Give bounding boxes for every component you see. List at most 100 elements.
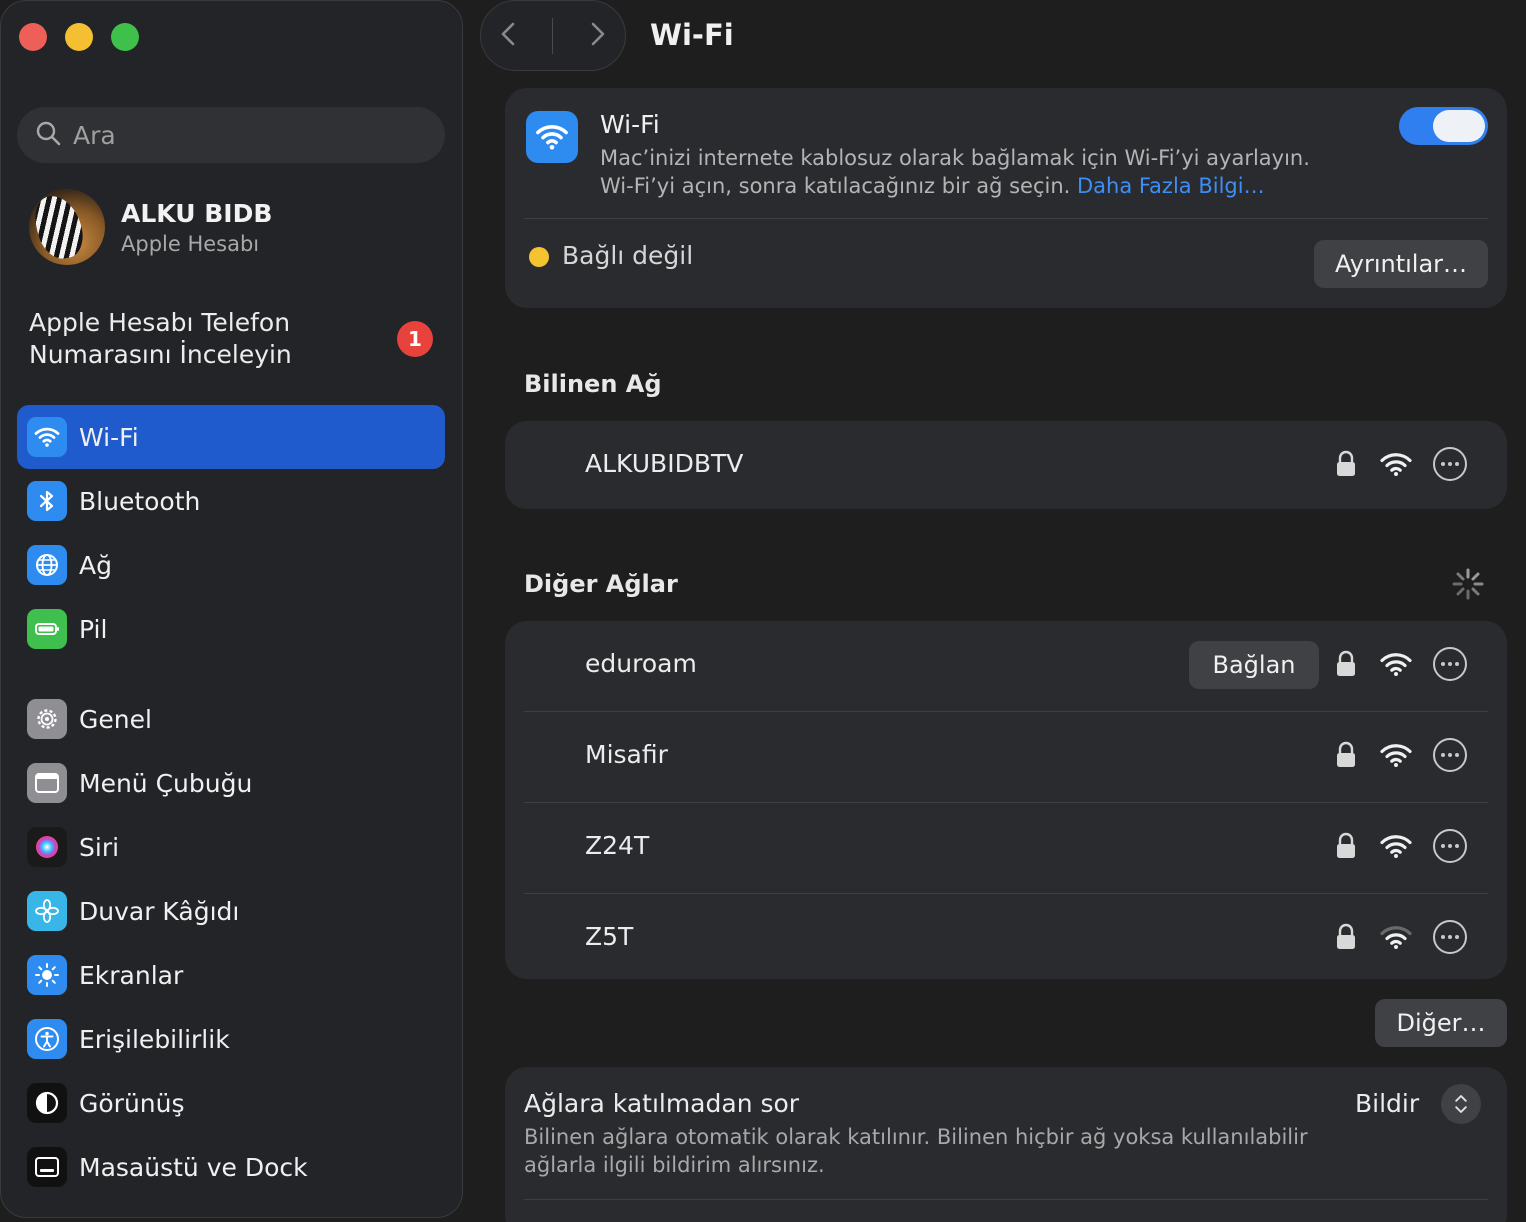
wifi-toggle[interactable] <box>1399 107 1488 145</box>
menubar-icon <box>27 763 67 803</box>
account-name: ALKU BIDB <box>121 198 273 228</box>
ask-to-join-title: Ağlara katılmadan sor <box>524 1089 800 1118</box>
account-notice[interactable]: Apple Hesabı Telefon Numarasını İnceleyi… <box>29 307 329 371</box>
lock-icon <box>1335 450 1357 478</box>
forward-button[interactable] <box>585 18 609 54</box>
network-name: Z24T <box>585 831 650 860</box>
more-options-button[interactable] <box>1433 920 1467 954</box>
chevron-up-down-icon <box>1455 1095 1467 1113</box>
ask-to-join-value[interactable]: Bildir <box>1355 1089 1419 1118</box>
list-item[interactable]: Z24T <box>505 803 1507 893</box>
other-networks-list: eduroam Bağlan Misafir Z24T Z5T <box>505 621 1507 979</box>
other-network-button[interactable]: Diğer… <box>1375 999 1507 1047</box>
history-nav <box>480 0 626 71</box>
sidebar-item-label: Menü Çubuğu <box>79 768 253 798</box>
sidebar-item-wallpaper[interactable]: Duvar Kâğıdı <box>17 879 445 943</box>
search-field[interactable] <box>17 107 445 163</box>
wifi-signal-icon <box>1379 650 1413 678</box>
learn-more-link[interactable]: Daha Fazla Bilgi… <box>1077 174 1265 198</box>
wifi-icon <box>526 111 578 163</box>
status-indicator <box>529 247 549 267</box>
lock-icon <box>1335 650 1357 678</box>
display-icon <box>27 955 67 995</box>
back-button[interactable] <box>497 18 521 54</box>
sidebar-item-siri[interactable]: Siri <box>17 815 445 879</box>
network-name: Z5T <box>585 922 634 951</box>
sidebar-item-label: Wi-Fi <box>79 422 139 452</box>
wifi-card: Wi-Fi Mac’inizi internete kablosuz olara… <box>505 88 1507 308</box>
account-subtitle: Apple Hesabı <box>121 231 260 256</box>
wifi-description: Mac’inizi internete kablosuz olarak bağl… <box>600 144 1380 200</box>
battery-icon <box>27 609 67 649</box>
gear-icon <box>27 699 67 739</box>
sidebar-item-menubar[interactable]: Menü Çubuğu <box>17 751 445 815</box>
sidebar-item-label: Genel <box>79 704 152 734</box>
search-icon <box>35 120 61 150</box>
list-item[interactable]: Misafir <box>505 712 1507 802</box>
avatar <box>29 189 105 265</box>
appearance-icon <box>27 1083 67 1123</box>
sidebar-item-bluetooth[interactable]: Bluetooth <box>17 469 445 533</box>
connect-button[interactable]: Bağlan <box>1189 641 1319 689</box>
sidebar-item-desktop-dock[interactable]: Masaüstü ve Dock <box>17 1135 445 1199</box>
network-name: eduroam <box>585 649 697 678</box>
sidebar: ALKU BIDB Apple Hesabı Apple Hesabı Tele… <box>0 0 463 1218</box>
wallpaper-icon <box>27 891 67 931</box>
network-name: Misafir <box>585 740 668 769</box>
list-item[interactable]: ALKUBIDBTV <box>505 421 1507 511</box>
sidebar-item-label: Pil <box>79 614 108 644</box>
wifi-signal-icon <box>1379 741 1413 769</box>
sidebar-item-label: Erişilebilirlik <box>79 1024 230 1054</box>
more-options-button[interactable] <box>1433 447 1467 481</box>
ask-to-join-card: Ağlara katılmadan sor Bilinen ağlara oto… <box>505 1067 1507 1222</box>
ask-to-join-popup[interactable] <box>1441 1084 1481 1124</box>
wifi-description-line2: Wi-Fi’yi açın, sonra katılacağınız bir a… <box>600 174 1071 198</box>
notice-badge: 1 <box>397 321 433 357</box>
list-item[interactable]: Z5T <box>505 894 1507 984</box>
more-options-button[interactable] <box>1433 647 1467 681</box>
network-name: ALKUBIDBTV <box>585 449 744 478</box>
other-networks-heading: Diğer Ağlar <box>524 570 678 598</box>
sidebar-item-label: Ağ <box>79 550 112 580</box>
wifi-title: Wi-Fi <box>600 110 660 139</box>
sidebar-item-label: Görünüş <box>79 1088 185 1118</box>
wifi-icon <box>27 417 67 457</box>
ask-to-join-description: Bilinen ağlara otomatik olarak katılınır… <box>524 1125 1308 1177</box>
lock-icon <box>1335 923 1357 951</box>
sidebar-item-accessibility[interactable]: Erişilebilirlik <box>17 1007 445 1071</box>
sidebar-item-network[interactable]: Ağ <box>17 533 445 597</box>
minimize-window-button[interactable] <box>65 23 93 51</box>
page-title: Wi-Fi <box>650 18 734 52</box>
wifi-signal-icon <box>1379 832 1413 860</box>
sidebar-item-label: Ekranlar <box>79 960 184 990</box>
lock-icon <box>1335 832 1357 860</box>
apple-account[interactable]: ALKU BIDB Apple Hesabı <box>29 189 272 265</box>
siri-icon <box>27 827 67 867</box>
more-options-button[interactable] <box>1433 738 1467 772</box>
connection-status: Bağlı değil <box>562 241 694 270</box>
loading-spinner-icon <box>1452 568 1484 600</box>
sidebar-item-label: Duvar Kâğıdı <box>79 896 240 926</box>
sidebar-item-wifi[interactable]: Wi-Fi <box>17 405 445 469</box>
sidebar-item-label: Siri <box>79 832 120 862</box>
bluetooth-icon <box>27 481 67 521</box>
known-networks-list: ALKUBIDBTV <box>505 421 1507 509</box>
sidebar-item-appearance[interactable]: Görünüş <box>17 1071 445 1135</box>
accessibility-icon <box>27 1019 67 1059</box>
search-input[interactable] <box>73 120 413 150</box>
sidebar-group-system: Genel Menü Çubuğu Siri Duvar Kâğıdı Ekra… <box>17 687 445 1199</box>
close-window-button[interactable] <box>19 23 47 51</box>
globe-icon <box>27 545 67 585</box>
details-button[interactable]: Ayrıntılar… <box>1314 240 1488 288</box>
lock-icon <box>1335 741 1357 769</box>
sidebar-group-connectivity: Wi-Fi Bluetooth Ağ Pil <box>17 405 445 661</box>
sidebar-item-displays[interactable]: Ekranlar <box>17 943 445 1007</box>
wifi-signal-icon <box>1379 450 1413 478</box>
sidebar-item-battery[interactable]: Pil <box>17 597 445 661</box>
wifi-description-line1: Mac’inizi internete kablosuz olarak bağl… <box>600 146 1310 170</box>
sidebar-item-general[interactable]: Genel <box>17 687 445 751</box>
zoom-window-button[interactable] <box>111 23 139 51</box>
window-controls <box>19 23 139 51</box>
more-options-button[interactable] <box>1433 829 1467 863</box>
list-item[interactable]: eduroam Bağlan <box>505 621 1507 711</box>
